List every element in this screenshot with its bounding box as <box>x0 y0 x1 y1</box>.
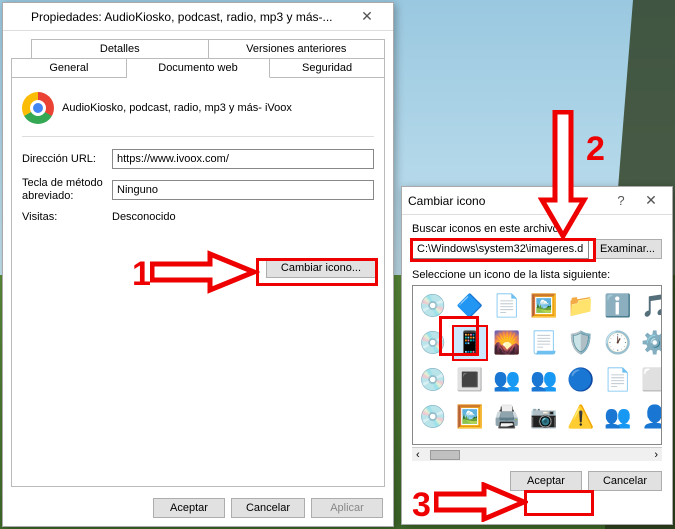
icon-printer[interactable]: 🖨️ <box>491 401 523 433</box>
cancelar-button[interactable]: Cancelar <box>588 471 662 491</box>
properties-title: Propiedades: AudioKiosko, podcast, radio… <box>31 10 347 24</box>
help-icon[interactable]: ? <box>606 187 636 214</box>
url-label: Dirección URL: <box>22 153 112 165</box>
icon-network[interactable]: 🔵 <box>565 364 597 396</box>
icon-path-input[interactable] <box>412 239 589 259</box>
icon-media-player[interactable]: 📱 <box>454 327 486 359</box>
icon-window[interactable]: 🔳 <box>454 364 486 396</box>
annotation-3: 3 <box>412 486 431 525</box>
icon-cd-rom[interactable]: 💿 <box>417 364 449 396</box>
icon-cd-r[interactable]: 💿 <box>417 327 449 359</box>
icon-people[interactable]: 👥 <box>602 401 634 433</box>
aplicar-button[interactable]: Aplicar <box>311 498 383 518</box>
browse-button[interactable]: Examinar... <box>593 239 662 259</box>
icon-list[interactable]: 💿🔷📄🖼️📁ℹ️🎵💿📱🌄📃🛡️🕐⚙️💿🔳👥👥🔵📄⬜💿🖼️🖨️📷⚠️👥👤 <box>412 285 662 445</box>
tab-versiones[interactable]: Versiones anteriores <box>209 39 386 59</box>
scroll-right-icon[interactable]: › <box>650 449 662 461</box>
icon-app[interactable]: 🔷 <box>454 290 486 322</box>
cancelar-button[interactable]: Cancelar <box>231 498 305 518</box>
properties-titlebar[interactable]: Propiedades: AudioKiosko, podcast, radio… <box>3 3 393 31</box>
icon-users[interactable]: 👥 <box>528 364 560 396</box>
change-icon-dialog: Cambiar icono ? ✕ Buscar iconos en este … <box>401 186 673 525</box>
shortcut-label: Tecla de método abreviado: <box>22 177 112 203</box>
icon-shield[interactable]: 🛡️ <box>565 327 597 359</box>
icon-disc[interactable]: 💿 <box>417 290 449 322</box>
change-icon-button[interactable]: Cambiar icono... <box>266 258 376 278</box>
aceptar-button[interactable]: Aceptar <box>153 498 225 518</box>
icon-camera[interactable]: 📷 <box>528 401 560 433</box>
arrow-1-icon <box>150 250 260 294</box>
icon-photo[interactable]: 🖼️ <box>454 401 486 433</box>
icon-cd-rw[interactable]: 💿 <box>417 401 449 433</box>
shortcut-name: AudioKiosko, podcast, radio, mp3 y más- … <box>62 102 292 114</box>
icon-doc[interactable]: 📃 <box>528 327 560 359</box>
chrome-icon <box>9 9 25 25</box>
annotation-2: 2 <box>586 130 605 169</box>
arrow-3-icon <box>434 482 528 522</box>
chrome-icon <box>22 92 54 124</box>
icon-warning[interactable]: ⚠️ <box>565 401 597 433</box>
shortcut-input[interactable] <box>112 180 374 200</box>
icon-blank[interactable]: ⬜ <box>639 364 662 396</box>
change-icon-titlebar[interactable]: Cambiar icono ? ✕ <box>402 187 672 215</box>
visits-value: Desconocido <box>112 211 176 223</box>
arrow-2-icon <box>538 110 588 240</box>
tab-seguridad[interactable]: Seguridad <box>270 58 385 78</box>
icon-image[interactable]: 🖼️ <box>528 290 560 322</box>
icon-contacts[interactable]: 👥 <box>491 364 523 396</box>
search-label: Buscar iconos en este archivo: <box>412 223 662 235</box>
select-label: Seleccione un icono de la lista siguient… <box>412 269 662 281</box>
icon-picture[interactable]: 🌄 <box>491 327 523 359</box>
close-icon[interactable]: ✕ <box>347 3 387 30</box>
tab-detalles[interactable]: Detalles <box>31 39 209 59</box>
icon-info[interactable]: ℹ️ <box>602 290 634 322</box>
visits-label: Visitas: <box>22 211 112 223</box>
scroll-left-icon[interactable]: ‹ <box>412 449 424 461</box>
icon-clock[interactable]: 🕐 <box>602 327 634 359</box>
icon-scrollbar[interactable]: ‹ › <box>412 447 662 461</box>
icon-music[interactable]: 🎵 <box>639 290 662 322</box>
icon-file[interactable]: 📄 <box>602 364 634 396</box>
icon-page[interactable]: 📄 <box>491 290 523 322</box>
close-icon[interactable]: ✕ <box>636 187 666 214</box>
tab-general[interactable]: General <box>11 58 127 78</box>
icon-settings[interactable]: ⚙️ <box>639 327 662 359</box>
icon-user[interactable]: 👤 <box>639 401 662 433</box>
icon-folder[interactable]: 📁 <box>565 290 597 322</box>
annotation-1: 1 <box>132 255 151 294</box>
tab-documento-web[interactable]: Documento web <box>127 58 270 78</box>
url-input[interactable] <box>112 149 374 169</box>
